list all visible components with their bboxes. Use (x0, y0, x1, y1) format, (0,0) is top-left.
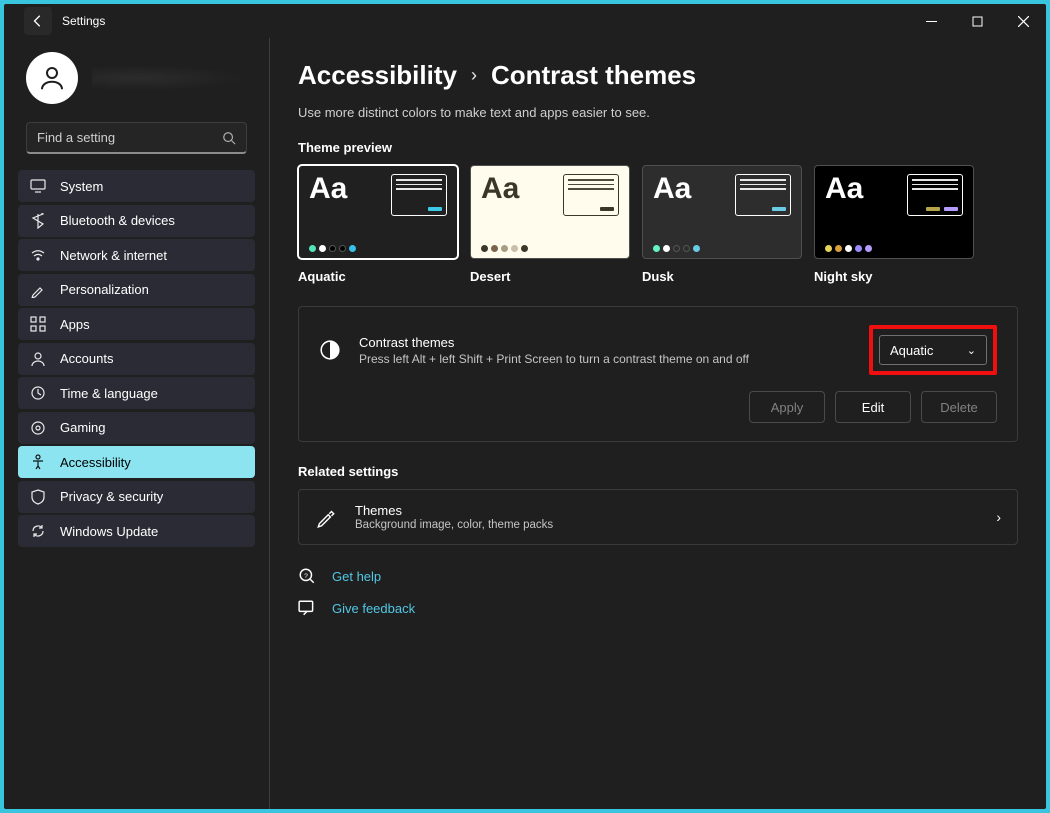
theme-name-label: Desert (470, 269, 630, 284)
annotation-highlight: Aquatic ⌄ (869, 325, 997, 375)
sidebar-item-network[interactable]: Network & internet (18, 239, 255, 271)
svg-text:?: ? (304, 573, 308, 580)
delete-button[interactable]: Delete (921, 391, 997, 423)
close-button[interactable] (1000, 4, 1046, 38)
give-feedback-link[interactable]: Give feedback (298, 599, 1018, 617)
apps-icon (30, 316, 46, 332)
preview-text-sample: Aa (825, 174, 863, 204)
chevron-down-icon: ⌄ (967, 344, 976, 357)
sidebar-item-accessibility[interactable]: Accessibility (18, 446, 255, 478)
contrast-icon (319, 339, 341, 361)
sidebar-item-time[interactable]: Time & language (18, 377, 255, 409)
titlebar: Settings (4, 4, 1046, 38)
sidebar-item-privacy[interactable]: Privacy & security (18, 481, 255, 513)
chevron-right-icon: › (996, 509, 1001, 525)
breadcrumb: Accessibility › Contrast themes (298, 60, 1018, 91)
brush-icon (30, 282, 46, 298)
search-input[interactable]: Find a setting (26, 122, 247, 154)
color-dots (481, 245, 619, 252)
sidebar-item-system[interactable]: System (18, 170, 255, 202)
sidebar-item-label: Gaming (60, 420, 106, 435)
theme-preview-desert[interactable]: Aa Desert (470, 165, 630, 284)
main-content: Accessibility › Contrast themes Use more… (270, 38, 1046, 809)
sidebar-item-label: Network & internet (60, 248, 167, 263)
theme-name-label: Dusk (642, 269, 802, 284)
mini-window-icon (563, 174, 619, 216)
theme-name-label: Night sky (814, 269, 974, 284)
sidebar-item-label: Accounts (60, 351, 113, 366)
preview-text-sample: Aa (309, 174, 347, 204)
themes-link-card[interactable]: Themes Background image, color, theme pa… (298, 489, 1018, 545)
sidebar-item-personalization[interactable]: Personalization (18, 274, 255, 306)
chevron-right-icon: › (471, 65, 477, 86)
wifi-icon (30, 247, 46, 263)
help-icon: ? (298, 567, 316, 585)
color-dots (309, 245, 447, 252)
preview-text-sample: Aa (653, 174, 691, 204)
person-icon (30, 351, 46, 367)
themes-link-description: Background image, color, theme packs (355, 519, 553, 531)
settings-window: Settings Find a setti (4, 4, 1046, 809)
breadcrumb-parent[interactable]: Accessibility (298, 60, 457, 91)
theme-preview-label: Theme preview (298, 140, 1018, 155)
sidebar-item-gaming[interactable]: Gaming (18, 412, 255, 444)
search-icon (222, 131, 236, 145)
mini-window-icon (907, 174, 963, 216)
sidebar-item-label: Privacy & security (60, 489, 163, 504)
update-icon (30, 523, 46, 539)
sidebar: Find a setting System Bluetooth & device… (4, 38, 270, 809)
accessibility-icon (30, 454, 46, 470)
contrast-themes-card: Contrast themes Press left Alt + left Sh… (298, 306, 1018, 442)
sidebar-item-accounts[interactable]: Accounts (18, 343, 255, 375)
themes-link-title: Themes (355, 503, 553, 518)
contrast-title: Contrast themes (359, 335, 749, 350)
sidebar-item-bluetooth[interactable]: Bluetooth & devices (18, 205, 255, 237)
brush-icon (315, 506, 337, 528)
gamepad-icon (30, 420, 46, 436)
profile-name-redacted (92, 65, 247, 91)
sidebar-nav: System Bluetooth & devices Network & int… (4, 166, 269, 547)
page-title: Contrast themes (491, 60, 696, 91)
related-settings-label: Related settings (298, 464, 1018, 479)
sidebar-item-label: Windows Update (60, 524, 158, 539)
get-help-link[interactable]: ? Get help (298, 567, 1018, 585)
apply-button[interactable]: Apply (749, 391, 825, 423)
theme-preview-aquatic[interactable]: Aa Aquatic (298, 165, 458, 284)
monitor-icon (30, 178, 46, 194)
theme-preview-dusk[interactable]: Aa Dusk (642, 165, 802, 284)
preview-text-sample: Aa (481, 174, 519, 204)
theme-preview-night-sky[interactable]: Aa Night sky (814, 165, 974, 284)
mini-window-icon (735, 174, 791, 216)
mini-window-icon (391, 174, 447, 216)
edit-button[interactable]: Edit (835, 391, 911, 423)
color-dots (653, 245, 791, 252)
profile-section[interactable] (4, 46, 269, 114)
theme-preview-list: Aa Aquatic Aa Desert (298, 165, 1018, 284)
back-button[interactable] (24, 7, 52, 35)
sidebar-item-label: System (60, 179, 103, 194)
contrast-theme-dropdown[interactable]: Aquatic ⌄ (879, 335, 987, 365)
sidebar-item-label: Bluetooth & devices (60, 213, 175, 228)
sidebar-item-label: Personalization (60, 282, 149, 297)
maximize-button[interactable] (954, 4, 1000, 38)
minimize-button[interactable] (908, 4, 954, 38)
sidebar-item-label: Time & language (60, 386, 158, 401)
contrast-description: Press left Alt + left Shift + Print Scre… (359, 352, 749, 366)
app-title: Settings (62, 14, 105, 28)
clock-icon (30, 385, 46, 401)
feedback-icon (298, 599, 316, 617)
bluetooth-icon (30, 213, 46, 229)
color-dots (825, 245, 963, 252)
shield-icon (30, 489, 46, 505)
sidebar-item-label: Apps (60, 317, 90, 332)
search-placeholder: Find a setting (37, 130, 222, 145)
avatar (26, 52, 78, 104)
page-subtitle: Use more distinct colors to make text an… (298, 105, 1018, 120)
sidebar-item-label: Accessibility (60, 455, 131, 470)
theme-name-label: Aquatic (298, 269, 458, 284)
dropdown-value: Aquatic (890, 343, 933, 358)
sidebar-item-update[interactable]: Windows Update (18, 515, 255, 547)
sidebar-item-apps[interactable]: Apps (18, 308, 255, 340)
